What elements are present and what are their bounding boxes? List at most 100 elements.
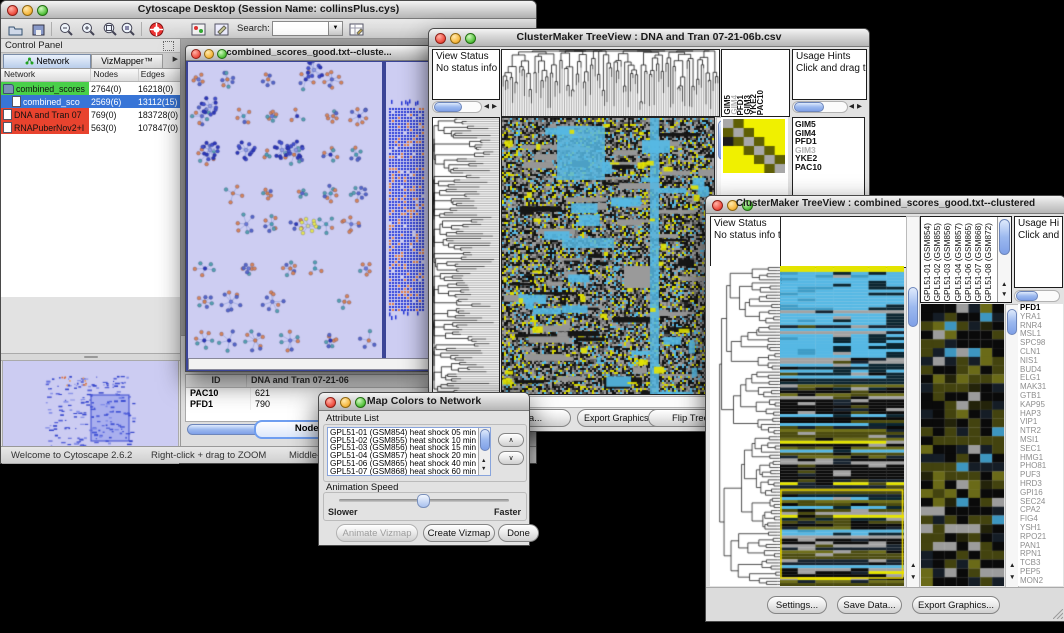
treeview2-titlebar[interactable]: ClusterMaker TreeView : combined_scores_… — [706, 196, 1064, 214]
attribute-browser-icon[interactable] — [347, 21, 366, 38]
help-lifesaver-icon[interactable] — [147, 21, 166, 38]
gene-label[interactable]: MON2 — [1018, 577, 1063, 586]
gene-label[interactable]: HAP3 — [1018, 410, 1063, 419]
gene-label[interactable]: KAP95 — [1018, 401, 1063, 410]
gene-label[interactable]: YSH1 — [1018, 524, 1063, 533]
column-label[interactable]: GPL51-04 (GSM857) — [954, 223, 962, 301]
gene-label[interactable]: CLN1 — [1018, 348, 1063, 357]
gene-label[interactable]: ELG1 — [1018, 374, 1063, 383]
search-dropdown-button[interactable]: ▼ — [328, 21, 343, 36]
tv2-summary-heatmap[interactable] — [921, 304, 1004, 586]
gene-label[interactable]: YKE2 — [793, 154, 864, 163]
attribute-list-scrollbar[interactable]: ▲ ▼ — [478, 428, 490, 475]
gene-label[interactable]: PHO81 — [1018, 462, 1063, 471]
gene-label[interactable]: GTB1 — [1018, 392, 1063, 401]
tv2-labels-scrollbar[interactable]: ▲ ▼ — [997, 217, 1011, 302]
gene-label[interactable]: SEC1 — [1018, 445, 1063, 454]
tv1-column-dendrogram[interactable] — [501, 49, 720, 117]
gene-label[interactable]: PFD1 — [793, 137, 864, 146]
gene-label[interactable]: PUF3 — [1018, 471, 1063, 480]
column-label[interactable]: GPL51-03 (GSM856) — [943, 223, 951, 301]
gene-label[interactable]: GPI16 — [1018, 489, 1063, 498]
move-attribute-up-button[interactable]: ∧ — [498, 433, 524, 447]
annotation-icon[interactable] — [212, 21, 231, 38]
gene-label[interactable]: HMG1 — [1018, 454, 1063, 463]
tv1-row-dendrogram[interactable] — [432, 117, 500, 395]
search-input[interactable] — [272, 21, 330, 36]
gene-label[interactable]: PAN1 — [1018, 542, 1063, 551]
tab-vizmapper[interactable]: VizMapper™ — [91, 54, 163, 68]
tv2-settings-button[interactable]: Settings... — [767, 596, 827, 614]
tab-network[interactable]: Network — [3, 54, 91, 68]
move-attribute-down-button[interactable]: ∨ — [498, 451, 524, 465]
attribute-listbox[interactable]: GPL51-01 (GSM854) heat shock 05 minGPL51… — [327, 427, 491, 476]
network-hscrollbar[interactable] — [188, 358, 430, 370]
main-titlebar[interactable]: Cytoscape Desktop (Session Name: collins… — [1, 1, 536, 19]
tv1-viewstatus-scrollbar[interactable]: ◀▶ — [432, 100, 498, 113]
float-panel-icon[interactable] — [163, 41, 174, 51]
gene-label[interactable]: BUD4 — [1018, 366, 1063, 375]
tv2-save-data-button[interactable]: Save Data... — [837, 596, 902, 614]
tv1-heatmap[interactable] — [501, 117, 715, 395]
tv1-correlation-heatmap[interactable] — [723, 119, 785, 173]
create-vizmap-button[interactable]: Create Vizmap — [423, 524, 495, 542]
zoom-out-icon[interactable] — [57, 21, 76, 38]
column-label[interactable]: GPL51-08 (GSM872) — [984, 223, 992, 301]
gene-label[interactable]: RPN1 — [1018, 550, 1063, 559]
gene-label[interactable]: GIM4 — [793, 129, 864, 138]
column-label[interactable]: GPL51-01 (GSM854) — [923, 223, 931, 301]
gene-label[interactable]: NIS1 — [1018, 357, 1063, 366]
gene-label[interactable]: GIM3 — [793, 146, 864, 155]
zoom-in-icon[interactable] — [79, 21, 98, 38]
tv2-genes-scrollbar[interactable]: ▲ ▼ — [1005, 304, 1019, 588]
done-button[interactable]: Done — [498, 524, 539, 542]
tv2-row-dendrogram[interactable] — [710, 266, 781, 586]
tv1-usagehints-scrollbar[interactable]: ◀▶ — [792, 100, 865, 113]
network-canvas[interactable] — [188, 62, 382, 358]
column-label[interactable]: GPL51-07 (GSM868) — [974, 223, 982, 301]
tv2-heatmap[interactable] — [780, 266, 904, 586]
resize-grip-icon[interactable] — [1053, 609, 1063, 619]
animate-vizmap-button[interactable]: Animate Vizmap — [336, 524, 418, 542]
splitter-handle[interactable] — [84, 356, 98, 358]
network-tree-row[interactable]: combined_sco2569(6)13112(15) — [1, 95, 180, 108]
gene-label[interactable]: CPA2 — [1018, 506, 1063, 515]
gene-label[interactable]: VIP1 — [1018, 418, 1063, 427]
gene-label[interactable]: MSL1 — [1018, 330, 1063, 339]
gene-label[interactable]: RPO21 — [1018, 533, 1063, 542]
network-tree-row[interactable]: combined_scores2764(0)16218(0) — [1, 82, 180, 95]
network-tree-row[interactable]: RNAPuberNov2+I563(0)107847(0) — [1, 121, 180, 134]
save-icon[interactable] — [29, 21, 48, 38]
gene-label[interactable]: FIG4 — [1018, 515, 1063, 524]
treeview1-titlebar[interactable]: ClusterMaker TreeView : DNA and Tran 07-… — [429, 29, 869, 47]
open-file-icon[interactable] — [6, 21, 25, 38]
network-tree-row[interactable]: DNA and Tran 07769(0)183728(0) — [1, 108, 180, 121]
gene-label[interactable]: MSI1 — [1018, 436, 1063, 445]
gene-label[interactable]: MAK31 — [1018, 383, 1063, 392]
gene-label[interactable]: PFD1 — [1018, 304, 1063, 313]
column-label[interactable]: PAC10 — [757, 90, 765, 115]
gene-label[interactable]: GIM5 — [793, 120, 864, 129]
tab-overflow-arrow[interactable]: ▶ — [173, 55, 178, 63]
gene-label[interactable]: PEP5 — [1018, 568, 1063, 577]
gene-label[interactable]: YRA1 — [1018, 313, 1063, 322]
zoom-selected-icon[interactable] — [101, 21, 120, 38]
gene-label[interactable]: HRD3 — [1018, 480, 1063, 489]
tv2-usagehints-scrollbar[interactable] — [1014, 289, 1061, 302]
gene-label[interactable]: RNR4 — [1018, 322, 1063, 331]
column-label[interactable]: GPL51-06 (GSM865) — [964, 223, 972, 301]
attribute-list-item[interactable]: GPL51-07 (GSM868) heat shock 60 min — [330, 468, 490, 476]
column-label[interactable]: GPL51-02 (GSM855) — [933, 223, 941, 301]
dialog-titlebar[interactable]: Map Colors to Network — [319, 393, 529, 411]
network-view-titlebar[interactable]: combined_scores_good.txt--cluste... — [186, 46, 432, 61]
network-grid-canvas[interactable] — [386, 62, 428, 358]
tv2-export-graphics-button[interactable]: Export Graphics... — [912, 596, 1000, 614]
gene-label[interactable]: PAC10 — [793, 163, 864, 172]
slider-thumb[interactable] — [417, 494, 430, 508]
vizmapper-icon[interactable] — [189, 21, 208, 38]
tv2-vscrollbar[interactable]: ▲ ▼ — [906, 216, 920, 588]
tv2-column-tree-area[interactable] — [780, 216, 907, 268]
gene-label[interactable]: NTR2 — [1018, 427, 1063, 436]
gene-label[interactable]: TCB3 — [1018, 559, 1063, 568]
gene-label[interactable]: SPC98 — [1018, 339, 1063, 348]
